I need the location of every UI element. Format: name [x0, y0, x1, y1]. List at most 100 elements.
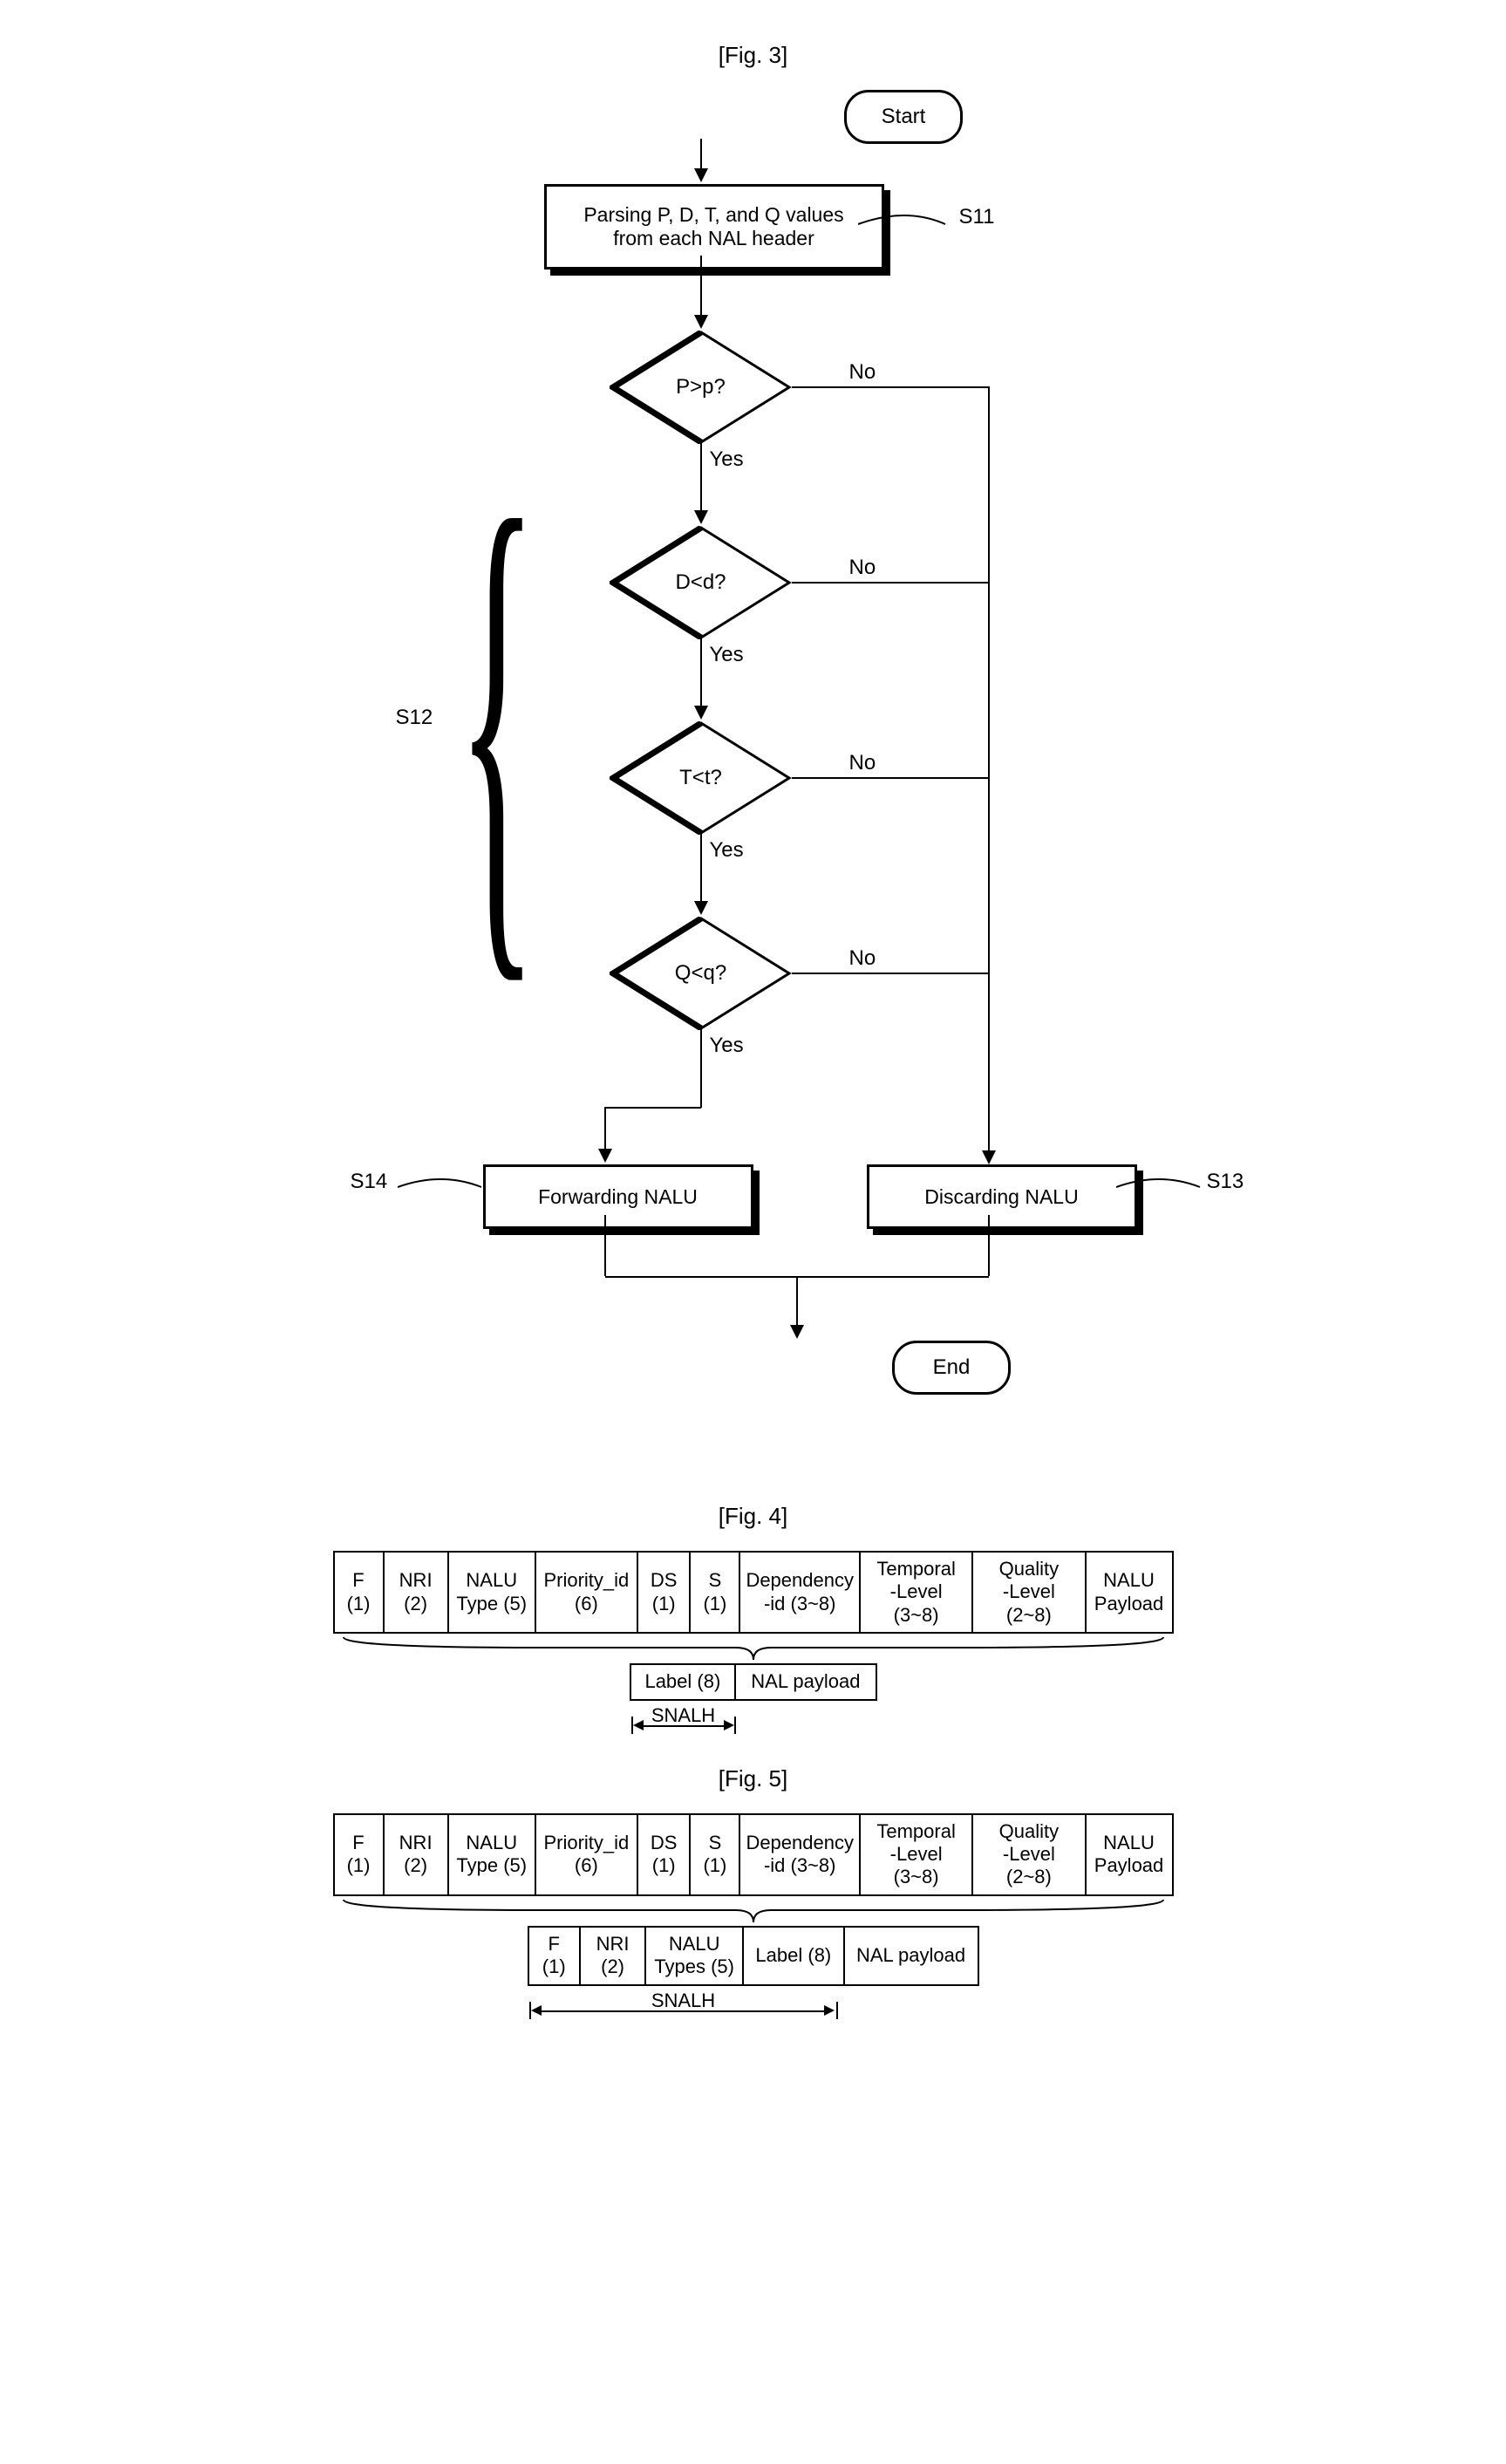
fig4-top-bits: (6) [575, 1593, 598, 1615]
callout-s14 [398, 1175, 485, 1199]
fig4-top-cell: Priority_id(6) [536, 1553, 638, 1632]
connector [792, 582, 989, 584]
fig4-snalh-dim: SNALH [631, 1704, 876, 1730]
fig5-bottom-row: F(1)NRI(2)NALUTypes (5)Label (8)NAL payl… [528, 1926, 979, 1986]
fig4-top-bits: -Level (2~8) [978, 1580, 1079, 1627]
arrow-down-icon [694, 706, 708, 720]
fig5-top-cell: Quality-Level (2~8) [973, 1815, 1086, 1894]
fig5-top-cell: S(1) [691, 1815, 740, 1894]
fig4-top-cell: S(1) [691, 1553, 740, 1632]
fig5-bottom-cell: NALUTypes (5) [646, 1928, 744, 1984]
connector [604, 1107, 606, 1152]
fig5-top-bits: (1) [703, 1854, 726, 1877]
fig5-bottom-bits: (2) [601, 1956, 624, 1978]
decision-3: T<t? [610, 721, 793, 835]
fig4-bottom-row: Label (8) NAL payload [630, 1663, 877, 1700]
fig4-top-row: F(1)NRI(2)NALUType (5)Priority_id(6)DS(1… [333, 1551, 1174, 1634]
fig5-top-bits: (2) [404, 1854, 427, 1877]
connector [700, 443, 702, 513]
fig4-title: [Fig. 4] [309, 1503, 1198, 1530]
fig5-top-label: NALU [466, 1832, 517, 1854]
fig5-top-label: Temporal [876, 1820, 955, 1843]
callout-s11 [858, 212, 954, 238]
fig4-top-label: Priority_id [543, 1569, 629, 1592]
fig5-top-bits: (1) [652, 1854, 676, 1877]
fig5-top-bits: -Level (3~8) [866, 1843, 966, 1889]
connector [604, 1215, 606, 1276]
fig5-top-bits: (1) [347, 1854, 371, 1877]
arrow-down-icon [694, 901, 708, 915]
fig5-brace-icon [335, 1896, 1172, 1926]
fig5-top-label: S [709, 1832, 722, 1854]
fig5-top-cell: F(1) [335, 1815, 385, 1894]
fig4-top-bits: (1) [703, 1593, 726, 1615]
fig4-bottom-label: Label (8) [644, 1670, 720, 1693]
no-bus-vertical [988, 386, 990, 1154]
fig4-bottom-label: NAL payload [751, 1670, 860, 1693]
fig4-top-label: NALU [1103, 1569, 1155, 1592]
fig5-top-label: Dependency [746, 1832, 854, 1854]
fig5-bottom-bits: (1) [542, 1956, 566, 1978]
connector [792, 973, 989, 974]
fig5-snalh-text: SNALH [651, 1990, 715, 2011]
decision-2: D<d? [610, 526, 793, 639]
decision-4: Q<q? [610, 917, 793, 1030]
fig4-top-label: S [709, 1569, 722, 1592]
fig5-bottom-cell: NRI(2) [581, 1928, 646, 1984]
fig4-top-bits: (1) [652, 1593, 676, 1615]
arrow-down-icon [982, 1150, 996, 1164]
fig4-top-bits: (1) [347, 1593, 371, 1615]
connector [605, 1107, 701, 1109]
fig5-bottom-cell: F(1) [529, 1928, 581, 1984]
connector [988, 1215, 990, 1276]
start-text: Start [882, 105, 926, 129]
decision-3-no: No [849, 751, 876, 775]
fig5-bottom-label: Label (8) [755, 1944, 831, 1967]
fig5-top-bits: (6) [575, 1854, 598, 1877]
process-s14: Forwarding NALU [483, 1164, 753, 1229]
connector [796, 1276, 798, 1328]
decision-3-yes: Yes [710, 838, 744, 863]
fig5-bottom-cell: NAL payload [845, 1928, 978, 1984]
s11-ref: S11 [959, 205, 995, 229]
fig5-top-cell: NRI(2) [385, 1815, 449, 1894]
fig5-top-bits: -Level (2~8) [978, 1843, 1079, 1889]
fig4-top-cell: NALUType (5) [449, 1553, 536, 1632]
end-text: End [933, 1355, 971, 1380]
arrow-down-icon [694, 315, 708, 329]
decision-2-text: D<d? [610, 526, 793, 639]
fig5-title: [Fig. 5] [309, 1765, 1198, 1792]
s13-text: Discarding NALU [924, 1185, 1078, 1209]
fig4-top-bits: (2) [404, 1593, 427, 1615]
fig4-top-bits: -id (3~8) [764, 1593, 836, 1615]
fig4-snalh-text: SNALH [651, 1704, 715, 1726]
fig4-top-cell: Temporal-Level (3~8) [861, 1553, 973, 1632]
start-terminator: Start [844, 90, 963, 144]
fig5-top-label: Priority_id [543, 1832, 629, 1854]
arrow-down-icon [598, 1149, 612, 1163]
arrow-down-icon [790, 1325, 804, 1339]
fig4-top-label: Dependency [746, 1569, 854, 1592]
fig4-top-label: F [352, 1569, 364, 1592]
fig4-top-cell: F(1) [335, 1553, 385, 1632]
fig5-top-cell: Dependency-id (3~8) [740, 1815, 861, 1894]
s13-ref: S13 [1207, 1170, 1244, 1194]
decision-1-yes: Yes [710, 447, 744, 472]
fig5-top-label: F [352, 1832, 364, 1854]
fig4-brace-icon [335, 1634, 1172, 1663]
fig5-top-cell: Temporal-Level (3~8) [861, 1815, 973, 1894]
connector [792, 386, 989, 388]
fig5-snalh-dim: SNALH [529, 1990, 978, 2016]
process-s13: Discarding NALU [867, 1164, 1137, 1229]
decision-1-no: No [849, 360, 876, 385]
fig5-top-cell: NALUType (5) [449, 1815, 536, 1894]
fig5-top-bits: -id (3~8) [764, 1854, 836, 1877]
decision-3-text: T<t? [610, 721, 793, 835]
connector [700, 139, 702, 172]
flowchart-fig3: Start Parsing P, D, T, and Q values from… [344, 90, 1163, 1468]
connector [700, 834, 702, 904]
fig5-bottom-label: NAL payload [856, 1944, 965, 1967]
fig5-bottom-label: NRI [596, 1933, 630, 1956]
fig4-top-bits: Type (5) [456, 1593, 527, 1615]
fig4-top-cell: Quality-Level (2~8) [973, 1553, 1086, 1632]
